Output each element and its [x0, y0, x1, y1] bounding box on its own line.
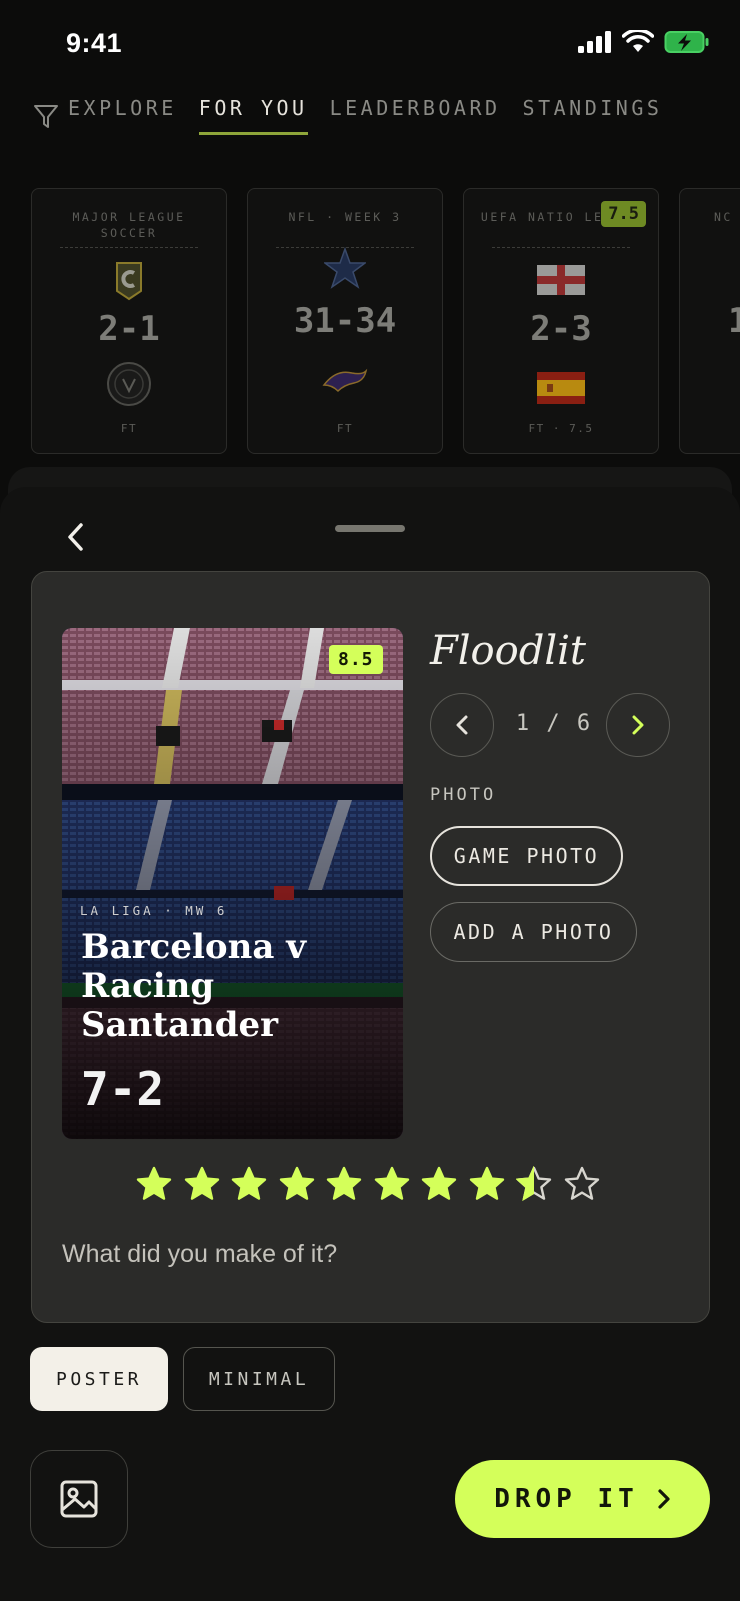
- wifi-icon: [622, 30, 654, 52]
- star-filled-icon[interactable]: [231, 1166, 267, 1202]
- star-half-icon[interactable]: [516, 1166, 552, 1202]
- card-rating-badge: 7.5: [601, 201, 646, 227]
- crew-crest-icon: [116, 262, 142, 301]
- card-score: 2-3: [530, 309, 592, 349]
- poster-score: 7-2: [81, 1062, 165, 1116]
- photo-section-label: PHOTO: [430, 785, 497, 805]
- tab-for-you[interactable]: FOR YOU: [198, 96, 308, 135]
- card-status: FT: [336, 422, 354, 435]
- raven-logo-icon: [322, 368, 368, 393]
- spain-flag-icon: [537, 372, 585, 404]
- drop-it-button[interactable]: DROP IT: [455, 1460, 710, 1538]
- chevron-left-icon: [68, 523, 83, 551]
- game-photo-button[interactable]: GAME PHOTO: [430, 826, 623, 886]
- status-time: 9:41: [66, 28, 123, 58]
- filter-icon[interactable]: [32, 100, 64, 132]
- review-prompt[interactable]: What did you make of it?: [62, 1240, 337, 1269]
- score-card[interactable]: NFL · WEEK 3 31-34 FT: [247, 188, 443, 454]
- next-style-button[interactable]: [606, 693, 670, 757]
- card-status: FT · 7.5: [528, 422, 594, 435]
- star-filled-icon[interactable]: [326, 1166, 362, 1202]
- card-score: 1: [728, 301, 740, 341]
- tab-standings[interactable]: STANDINGS: [523, 96, 663, 135]
- star-filled-icon[interactable]: [184, 1166, 220, 1202]
- star-filled-icon[interactable]: [279, 1166, 315, 1202]
- score-card[interactable]: NC 1: [679, 188, 740, 454]
- image-icon: [60, 1480, 98, 1518]
- previous-style-button[interactable]: [430, 693, 494, 757]
- card-score: 2-1: [98, 309, 160, 349]
- add-photo-button[interactable]: ADD A PHOTO: [430, 902, 637, 962]
- drop-it-label: DROP IT: [494, 1484, 639, 1514]
- card-league: NC: [714, 210, 733, 224]
- star-logo-icon: [324, 247, 366, 289]
- poster-rating-badge: 8.5: [329, 645, 383, 674]
- card-league: NFL · WEEK 3: [288, 210, 402, 224]
- inter-miami-crest-icon: [107, 362, 151, 406]
- chevron-left-icon: [456, 715, 468, 735]
- star-rating[interactable]: [136, 1166, 600, 1202]
- template-minimal-button[interactable]: MINIMAL: [183, 1347, 335, 1411]
- back-button[interactable]: [64, 522, 88, 552]
- battery-charging-icon: [664, 31, 709, 53]
- score-card[interactable]: MAJOR LEAGUE SOCCER 2-1 FT: [31, 188, 227, 454]
- chevron-right-icon: [632, 715, 644, 735]
- image-button[interactable]: [30, 1450, 128, 1548]
- style-pager: 1 / 6: [515, 711, 593, 736]
- star-filled-icon[interactable]: [421, 1166, 457, 1202]
- star-empty-icon[interactable]: [564, 1166, 600, 1202]
- poster-match-title: Barcelona v Racing Santander: [81, 927, 306, 1045]
- card-league: MAJOR LEAGUE SOCCER: [72, 210, 186, 240]
- star-filled-icon[interactable]: [469, 1166, 505, 1202]
- sheet-grabber[interactable]: [335, 525, 405, 532]
- chevron-right-icon: [658, 1489, 670, 1509]
- top-nav: EXPLORE FOR YOU LEADERBOARD STANDINGS: [32, 96, 684, 135]
- star-filled-icon[interactable]: [136, 1166, 172, 1202]
- template-poster-button[interactable]: POSTER: [30, 1347, 168, 1411]
- card-status: FT: [120, 422, 138, 435]
- tab-leaderboard[interactable]: LEADERBOARD: [330, 96, 501, 135]
- signal-icon: [578, 31, 611, 53]
- style-name: Floodlit: [430, 628, 586, 674]
- score-card[interactable]: UEFA NATIO LEAGUE 7.5 2-3 FT · 7.5: [463, 188, 659, 454]
- england-flag-icon: [537, 265, 585, 295]
- status-icons: [578, 30, 710, 54]
- star-filled-icon[interactable]: [374, 1166, 410, 1202]
- card-score: 31-34: [293, 301, 397, 341]
- poster-league: LA LIGA · MW 6: [80, 903, 228, 918]
- tab-explore[interactable]: EXPLORE: [68, 96, 177, 135]
